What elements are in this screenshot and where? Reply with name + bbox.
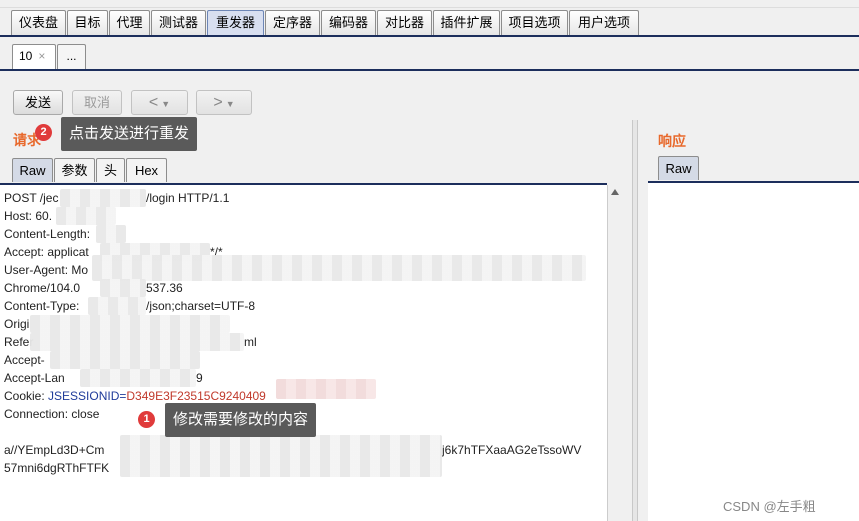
request-tab-headers[interactable]: 头 bbox=[96, 158, 125, 182]
request-body-line: 57mni6dgRThFTFK bbox=[4, 461, 110, 475]
request-tab-hex[interactable]: Hex bbox=[126, 158, 167, 182]
request-editor[interactable]: POST /jec /login HTTP/1.1 Host: 60. Cont… bbox=[0, 183, 607, 521]
request-line: Chrome/104.0 bbox=[4, 281, 81, 295]
tab-comparer[interactable]: 对比器 bbox=[377, 10, 432, 35]
response-title: 响应 bbox=[658, 133, 686, 149]
tab-extender[interactable]: 插件扩展 bbox=[433, 10, 500, 35]
request-line: Accept- bbox=[4, 353, 45, 367]
request-tab-params[interactable]: 参数 bbox=[54, 158, 95, 182]
tab-decoder[interactable]: 编码器 bbox=[321, 10, 376, 35]
request-body-line: j6k7hTFXaaAG2eTssoWV bbox=[442, 443, 582, 457]
redaction-mask bbox=[80, 369, 196, 387]
main-tab-bar: 仪表盘 目标 代理 测试器 重发器 定序器 编码器 对比器 插件扩展 项目选项 … bbox=[0, 9, 859, 36]
request-line: Content-Length: bbox=[4, 227, 91, 241]
request-line: Content-Type: bbox=[4, 299, 80, 313]
request-line: Refer bbox=[4, 335, 34, 349]
history-forward-button[interactable]: > ▼ bbox=[196, 90, 252, 115]
redaction-mask bbox=[276, 379, 376, 399]
request-line: Connection: close bbox=[4, 407, 100, 421]
request-tab-raw[interactable]: Raw bbox=[12, 158, 53, 182]
new-tab-button[interactable]: ... bbox=[57, 44, 86, 69]
cancel-button[interactable]: 取消 bbox=[72, 90, 122, 115]
request-line: /login HTTP/1.1 bbox=[146, 191, 230, 205]
cookie-line: Cookie: JSESSIONID=D349E3F23515C9240409 bbox=[4, 389, 266, 403]
watermark: CSDN @左手粗 bbox=[723, 499, 816, 514]
request-line: POST /jec bbox=[4, 191, 59, 205]
redaction-mask bbox=[60, 189, 146, 207]
request-line: 9 bbox=[196, 371, 203, 385]
jsessionid-key: JSESSIONID= bbox=[48, 389, 127, 403]
redaction-mask bbox=[120, 435, 442, 477]
redaction-mask bbox=[50, 351, 200, 369]
tab-proxy[interactable]: 代理 bbox=[109, 10, 150, 35]
request-line: /json;charset=UTF-8 bbox=[146, 299, 256, 313]
window-title-strip bbox=[0, 0, 859, 8]
response-editor[interactable] bbox=[648, 181, 859, 521]
close-icon[interactable]: × bbox=[38, 49, 45, 63]
request-scrollbar[interactable] bbox=[607, 185, 622, 521]
chevron-left-icon: < bbox=[148, 94, 159, 111]
tab-user-options[interactable]: 用户选项 bbox=[569, 10, 639, 35]
repeater-tab-label: 10 bbox=[19, 49, 33, 63]
redaction-mask bbox=[30, 333, 244, 351]
jsessionid-value: D349E3F23515C9240409 bbox=[126, 389, 266, 403]
request-line: Accept-Lan bbox=[4, 371, 65, 385]
tab-dashboard[interactable]: 仪表盘 bbox=[11, 10, 66, 35]
dropdown-icon: ▼ bbox=[161, 99, 171, 109]
redaction-mask bbox=[56, 207, 116, 225]
request-line: 537.36 bbox=[146, 281, 183, 295]
tab-intruder[interactable]: 测试器 bbox=[151, 10, 206, 35]
redaction-mask bbox=[92, 255, 586, 281]
send-button[interactable]: 发送 bbox=[13, 90, 63, 115]
redaction-mask bbox=[30, 315, 230, 333]
annotation-badge: 1 bbox=[138, 411, 155, 428]
repeater-tab-10[interactable]: 10 × bbox=[12, 44, 56, 69]
redaction-mask bbox=[96, 225, 126, 243]
response-tab-raw[interactable]: Raw bbox=[658, 156, 699, 180]
main-tab-underline bbox=[0, 35, 859, 39]
tab-repeater[interactable]: 重发器 bbox=[207, 10, 264, 35]
sub-tab-underline bbox=[0, 69, 859, 72]
scroll-up-icon[interactable] bbox=[611, 189, 619, 195]
request-line: Origi bbox=[4, 317, 30, 331]
chevron-right-icon: > bbox=[213, 94, 223, 111]
tab-target[interactable]: 目标 bbox=[67, 10, 108, 35]
annotation-tooltip: 修改需要修改的内容 bbox=[165, 403, 317, 437]
request-body-line: a//YEmpLd3D+Cm bbox=[4, 443, 105, 457]
split-pane-divider[interactable] bbox=[632, 120, 638, 521]
history-back-button[interactable]: < ▼ bbox=[131, 90, 188, 115]
annotation-badge: 2 bbox=[35, 124, 52, 141]
annotation-tooltip: 点击发送进行重发 bbox=[61, 117, 198, 151]
tab-sequencer[interactable]: 定序器 bbox=[265, 10, 320, 35]
redaction-mask bbox=[100, 279, 146, 297]
request-line: ml bbox=[244, 335, 257, 349]
request-line: Host: 60. bbox=[4, 209, 53, 223]
request-line: Accept: applicat bbox=[4, 245, 89, 259]
cookie-label: Cookie: bbox=[4, 389, 49, 403]
tab-project-options[interactable]: 项目选项 bbox=[501, 10, 568, 35]
dropdown-icon: ▼ bbox=[225, 99, 235, 109]
redaction-mask bbox=[88, 297, 146, 315]
request-line: User-Agent: Mo bbox=[4, 263, 89, 277]
